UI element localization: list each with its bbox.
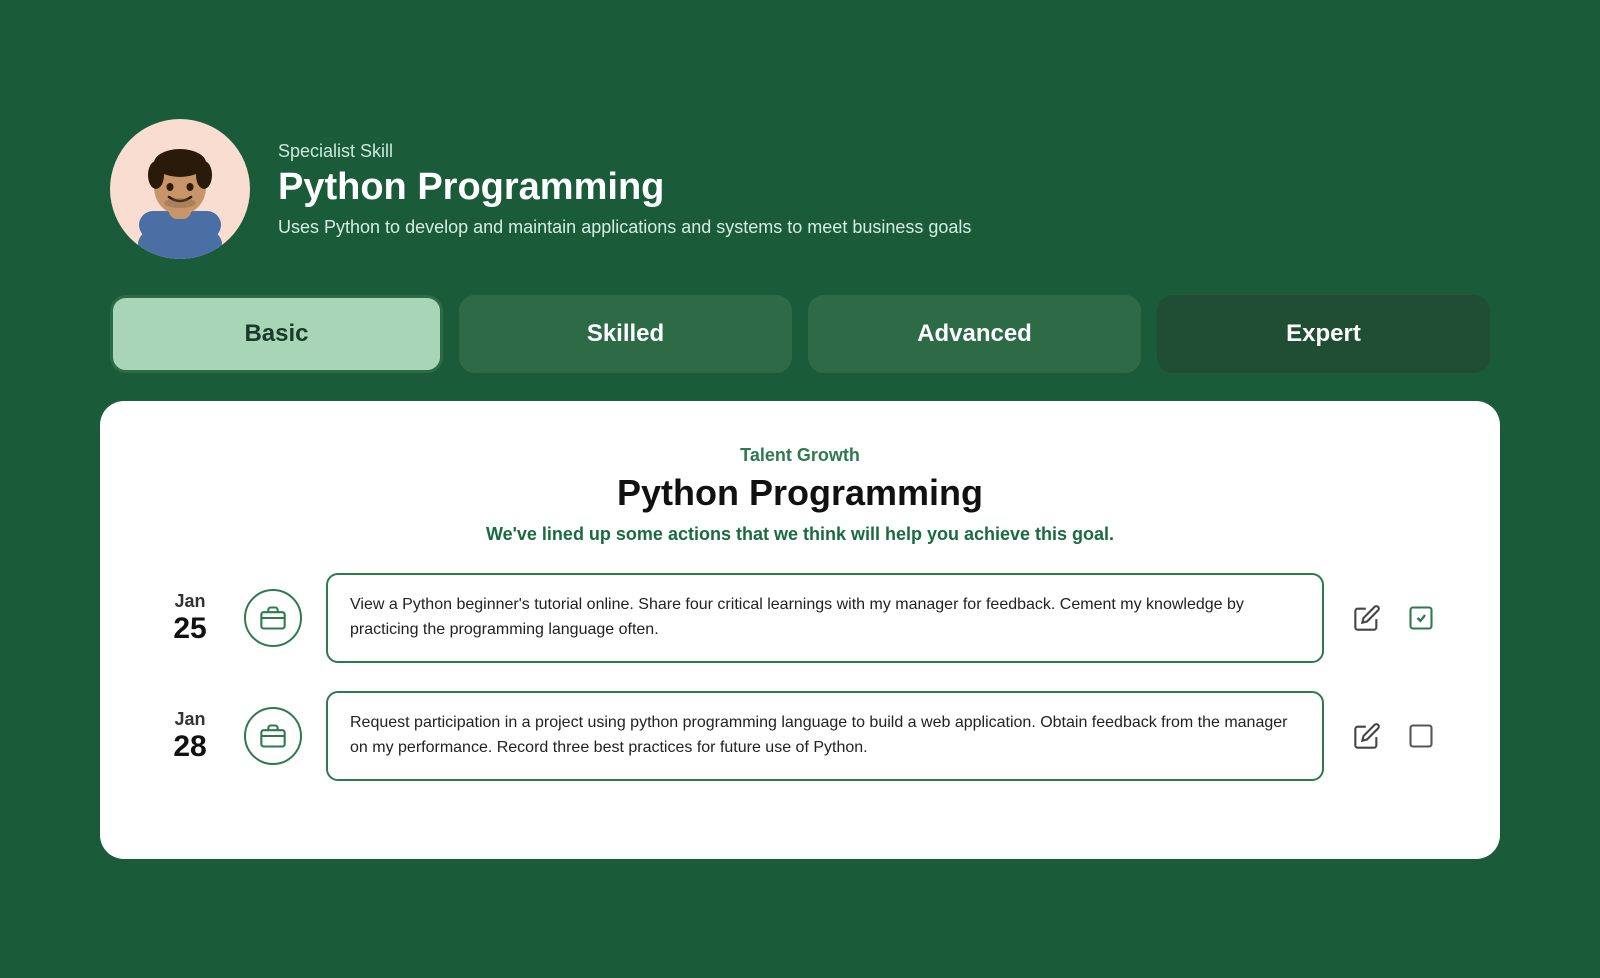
action-box-2: Request participation in a project using…	[326, 691, 1324, 781]
skill-tabs: Basic Skilled Advanced Expert	[100, 295, 1500, 373]
card-label: Talent Growth	[160, 445, 1440, 466]
date-day-1: 25	[160, 612, 220, 645]
card-subtitle: We've lined up some actions that we thin…	[160, 524, 1440, 545]
page-header: Specialist Skill Python Programming Uses…	[100, 119, 1500, 259]
card-header: Talent Growth Python Programming We've l…	[160, 445, 1440, 545]
date-month-2: Jan	[160, 709, 220, 730]
action-item-1: Jan 25 View a Python beginner's tutorial…	[160, 573, 1440, 663]
briefcase-icon-circle-1	[244, 589, 302, 647]
skill-title: Python Programming	[278, 166, 971, 209]
edit-icon-2	[1353, 722, 1381, 750]
avatar-image	[125, 139, 235, 259]
action-controls-1	[1348, 599, 1440, 637]
briefcase-icon-1	[259, 604, 287, 632]
checkbox-unchecked-icon-2	[1407, 722, 1435, 750]
date-day-2: 28	[160, 730, 220, 763]
avatar	[110, 119, 250, 259]
action-box-1: View a Python beginner's tutorial online…	[326, 573, 1324, 663]
briefcase-icon-2	[259, 722, 287, 750]
page-container: Specialist Skill Python Programming Uses…	[100, 119, 1500, 858]
date-col-1: Jan 25	[160, 591, 220, 645]
card-title: Python Programming	[160, 472, 1440, 514]
skill-label: Specialist Skill	[278, 141, 971, 162]
action-text-1: View a Python beginner's tutorial online…	[350, 596, 1244, 638]
checkbox-button-1[interactable]	[1402, 599, 1440, 637]
date-month-1: Jan	[160, 591, 220, 612]
main-card: Talent Growth Python Programming We've l…	[100, 401, 1500, 858]
tab-basic[interactable]: Basic	[110, 295, 443, 373]
checkbox-button-2[interactable]	[1402, 717, 1440, 755]
tab-skilled[interactable]: Skilled	[459, 295, 792, 373]
action-controls-2	[1348, 717, 1440, 755]
tab-advanced[interactable]: Advanced	[808, 295, 1141, 373]
edit-icon-1	[1353, 604, 1381, 632]
header-text-block: Specialist Skill Python Programming Uses…	[278, 141, 971, 238]
action-item-2: Jan 28 Request participation in a projec…	[160, 691, 1440, 781]
edit-button-1[interactable]	[1348, 599, 1386, 637]
edit-button-2[interactable]	[1348, 717, 1386, 755]
skill-desc: Uses Python to develop and maintain appl…	[278, 217, 971, 238]
briefcase-icon-circle-2	[244, 707, 302, 765]
action-text-2: Request participation in a project using…	[350, 714, 1287, 756]
tab-expert[interactable]: Expert	[1157, 295, 1490, 373]
checkbox-checked-icon-1	[1407, 604, 1435, 632]
date-col-2: Jan 28	[160, 709, 220, 763]
